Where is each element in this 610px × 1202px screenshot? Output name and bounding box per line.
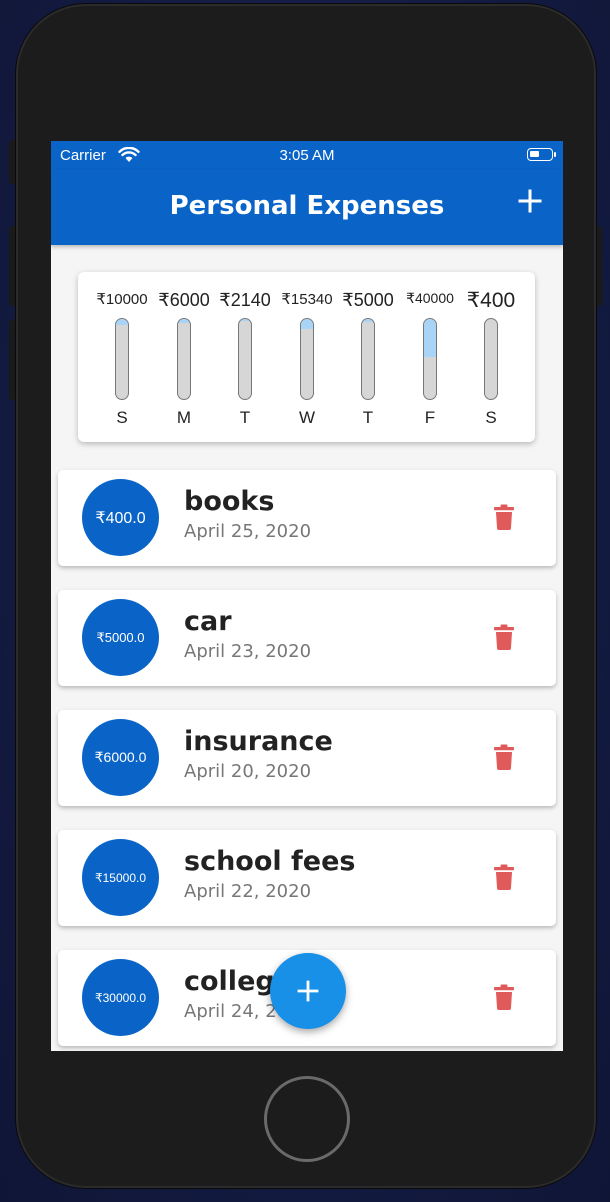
battery-icon [527, 148, 556, 161]
bar-track [300, 318, 314, 400]
bar-track [361, 318, 375, 400]
chart-bar-4: ₹5000 T [337, 272, 399, 442]
bar-track [177, 318, 191, 400]
app-screen: Carrier 3:05 AM Personal Expenses ₹10000… [51, 141, 563, 1051]
bar-track [423, 318, 437, 400]
bar-day-label: S [116, 408, 128, 427]
bar-amount: ₹400 [466, 289, 516, 312]
delete-icon[interactable] [494, 864, 514, 890]
bar-fill [178, 319, 190, 323]
bar-track [115, 318, 129, 400]
transaction-date: April 20, 2020 [184, 761, 312, 782]
delete-icon[interactable] [494, 624, 514, 650]
amount-avatar: ₹5000.0 [82, 599, 159, 676]
transaction-title: books [184, 486, 275, 517]
amount-label: ₹15000.0 [94, 870, 146, 885]
delete-icon[interactable] [494, 504, 514, 530]
bar-amount: ₹10000 [96, 291, 148, 308]
transaction-date: April 23, 2020 [184, 641, 312, 662]
bar-fill [116, 319, 128, 326]
list-item: ₹15000.0 school fees April 22, 2020 [58, 830, 556, 926]
app-bar: Personal Expenses [51, 169, 563, 245]
amount-avatar: ₹30000.0 [82, 959, 159, 1036]
page-title: Personal Expenses [169, 191, 445, 221]
amount-label: ₹6000.0 [94, 749, 147, 765]
weekly-chart: ₹10000 S ₹6000 M ₹2140 T ₹15340 W ₹5000 … [78, 272, 535, 442]
transaction-date: April 25, 2020 [184, 521, 312, 542]
home-button[interactable] [264, 1076, 350, 1162]
transaction-title: insurance [184, 726, 333, 757]
chart-bar-1: ₹6000 M [153, 272, 215, 442]
chart-bar-6: ₹400 S [460, 272, 522, 442]
chart-bar-5: ₹40000 F [399, 272, 461, 442]
amount-avatar: ₹6000.0 [82, 719, 159, 796]
bar-track [238, 318, 252, 400]
list-item: ₹400.0 books April 25, 2020 [58, 470, 556, 566]
transaction-date: April 22, 2020 [184, 881, 312, 902]
status-bar: Carrier 3:05 AM [51, 141, 563, 169]
add-transaction-icon[interactable] [517, 188, 543, 214]
transaction-title: car [184, 606, 232, 637]
list-item: ₹5000.0 car April 23, 2020 [58, 590, 556, 686]
bar-amount: ₹15340 [281, 291, 333, 308]
bar-fill [301, 319, 313, 329]
bar-fill [362, 319, 374, 323]
chart-bar-2: ₹2140 T [214, 272, 276, 442]
bar-fill [239, 319, 251, 321]
bar-day-label: M [176, 408, 192, 427]
bar-day-label: S [485, 408, 497, 427]
bar-day-label: F [424, 408, 436, 427]
bar-fill [424, 319, 436, 358]
bar-amount: ₹40000 [406, 290, 454, 306]
plus-icon [297, 980, 319, 1002]
bar-day-label: T [362, 408, 374, 427]
delete-icon[interactable] [494, 744, 514, 770]
delete-icon[interactable] [494, 984, 514, 1010]
add-transaction-button[interactable] [270, 953, 346, 1029]
amount-avatar: ₹400.0 [82, 479, 159, 556]
bar-amount: ₹5000 [342, 290, 394, 310]
bar-day-label: T [239, 408, 251, 427]
amount-label: ₹30000.0 [94, 990, 146, 1005]
bar-track [484, 318, 498, 400]
amount-label: ₹400.0 [95, 509, 146, 527]
chart-bar-0: ₹10000 S [91, 272, 153, 442]
bar-day-label: W [298, 408, 316, 427]
bar-amount: ₹2140 [219, 290, 271, 310]
list-item: ₹6000.0 insurance April 20, 2020 [58, 710, 556, 806]
status-time: 3:05 AM [279, 147, 335, 164]
transaction-title: school fees [184, 846, 356, 877]
chart-bar-3: ₹15340 W [276, 272, 338, 442]
amount-avatar: ₹15000.0 [82, 839, 159, 916]
bar-amount: ₹6000 [158, 290, 210, 310]
amount-label: ₹5000.0 [96, 629, 145, 645]
